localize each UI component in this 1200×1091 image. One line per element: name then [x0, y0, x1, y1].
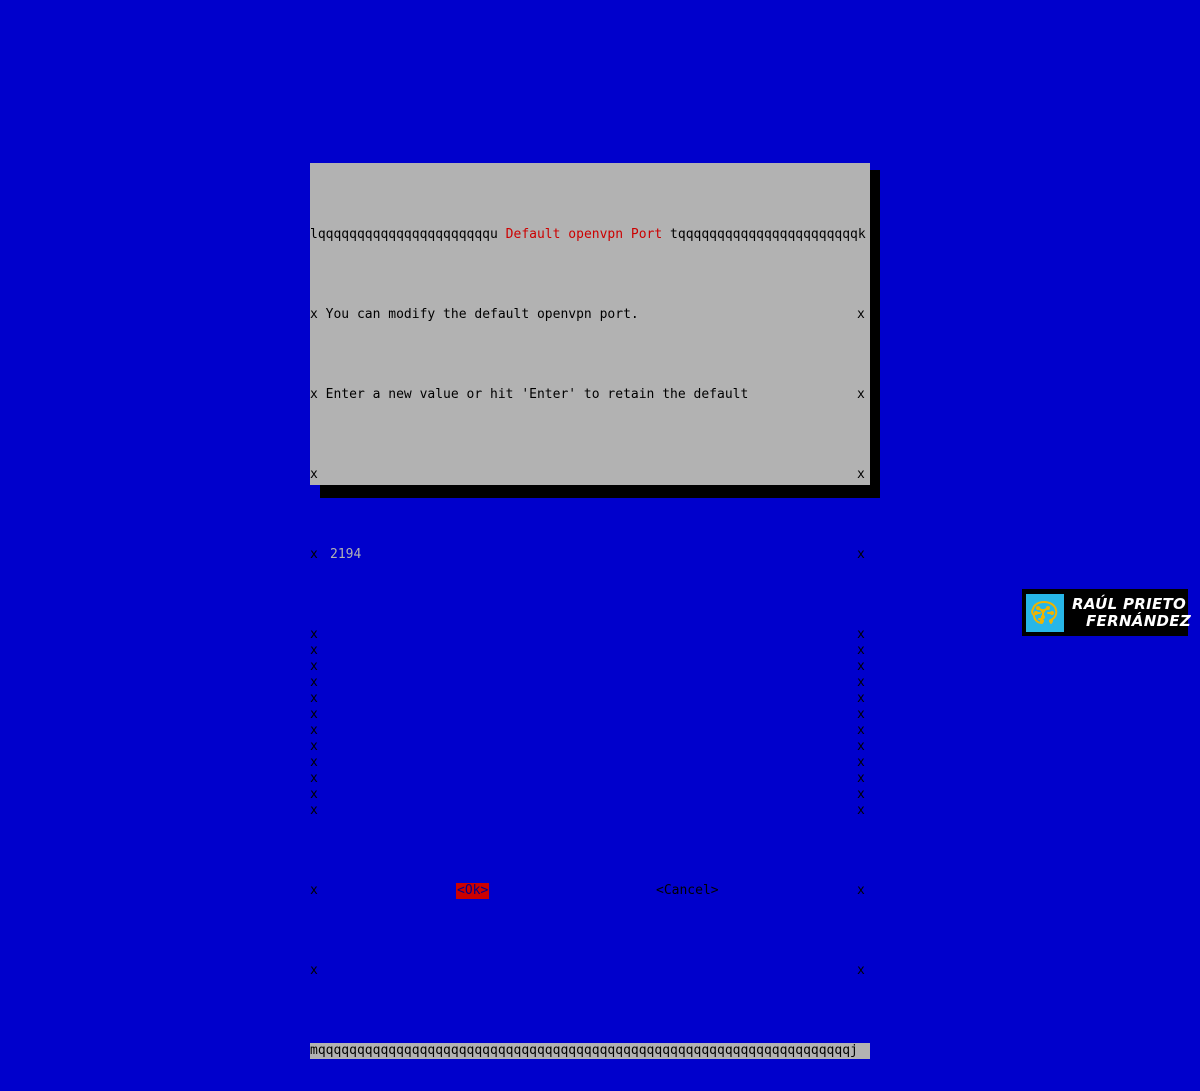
border-right-glyph: x	[857, 675, 865, 690]
border-left-glyph: x	[310, 547, 318, 562]
border-right-glyph: x	[857, 787, 865, 802]
dialog-message-row-1: x You can modify the default openvpn por…	[310, 307, 870, 323]
border-right-glyph: x	[857, 739, 865, 754]
border-left-glyph: x	[310, 723, 318, 738]
dialog-blank-row: xx	[310, 467, 870, 483]
border-right-glyph: x	[857, 883, 865, 898]
border-right-glyph: x	[857, 723, 865, 738]
dialog-title: Default openvpn Port	[505, 227, 663, 242]
message-line-1: You can modify the default openvpn port.	[325, 307, 639, 322]
dialog-message-text-2: Enter a new value or hit 'Enter' to reta…	[318, 387, 749, 402]
border-right-glyph: x	[857, 963, 865, 978]
border-left-glyph: x	[310, 755, 318, 770]
border-left-glyph: x	[310, 787, 318, 802]
border-right-glyph: x	[857, 707, 865, 722]
brain-circuit-icon-svg	[1031, 600, 1058, 624]
brain-circuit-icon	[1026, 593, 1064, 632]
border-right-glyph: x	[857, 387, 865, 402]
border-left-glyph: x	[310, 387, 318, 402]
dialog-button-row: x <Ok> <Cancel> x	[310, 883, 870, 899]
border-right-glyph: x	[857, 467, 865, 482]
ok-button[interactable]: <Ok>	[456, 883, 490, 899]
dialog-blank-row: xx	[310, 963, 870, 979]
border-left-glyph: x	[310, 307, 318, 322]
border-right-glyph: x	[857, 771, 865, 786]
port-input-field[interactable]: 2194	[328, 547, 857, 563]
dialog-blank-row: xx	[310, 739, 870, 755]
dialog-title-spacer-right	[662, 227, 670, 242]
border-left-glyph: x	[310, 771, 318, 786]
border-top-left-run: lqqqqqqqqqqqqqqqqqqqqqqu	[310, 227, 498, 242]
border-left-glyph: x	[310, 691, 318, 706]
border-bottom-run: mqqqqqqqqqqqqqqqqqqqqqqqqqqqqqqqqqqqqqqq…	[310, 1043, 858, 1058]
dialog-input-row: x 2194 x	[310, 547, 870, 563]
dialog-bottom-border: mqqqqqqqqqqqqqqqqqqqqqqqqqqqqqqqqqqqqqqq…	[310, 1043, 870, 1059]
border-left-glyph: x	[310, 627, 318, 642]
dialog-blank-row: xx	[310, 771, 870, 787]
whiptail-dialog: lqqqqqqqqqqqqqqqqqqqqqqu Default openvpn…	[310, 163, 870, 1059]
border-left-glyph: x	[310, 883, 318, 898]
border-left-glyph: x	[310, 467, 318, 482]
border-left-glyph: x	[310, 739, 318, 754]
border-right-glyph: x	[857, 755, 865, 770]
dialog-blank-row: xx	[310, 707, 870, 723]
watermark: RAÚL PRIETO FERNÁNDEZ	[1022, 589, 1192, 636]
dialog-title-spacer-left	[498, 227, 506, 242]
dialog-blank-row: xx	[310, 723, 870, 739]
dialog-blank-row: xx	[310, 675, 870, 691]
border-left-glyph: x	[310, 803, 318, 818]
dialog-blank-row: xx	[310, 627, 870, 643]
dialog-blank-row: xx	[310, 659, 870, 675]
watermark-line-1: RAÚL PRIETO	[1072, 594, 1187, 613]
border-left-glyph: x	[310, 643, 318, 658]
border-right-glyph: x	[857, 691, 865, 706]
cancel-button[interactable]: <Cancel>	[655, 883, 720, 899]
border-right-glyph: x	[857, 627, 865, 642]
dialog-blank-row: xx	[310, 755, 870, 771]
border-right-glyph: x	[857, 803, 865, 818]
dialog-message-row-2: x Enter a new value or hit 'Enter' to re…	[310, 387, 870, 403]
dialog-blank-row: xx	[310, 787, 870, 803]
border-right-glyph: x	[857, 307, 865, 322]
dialog-blank-row: xx	[310, 803, 870, 819]
dialog-filler-rows: xxxxxxxxxxxxxxxxxxxxxxxx	[310, 627, 870, 819]
dialog-title-bar: lqqqqqqqqqqqqqqqqqqqqqqu Default openvpn…	[310, 227, 870, 243]
border-left-glyph: x	[310, 963, 318, 978]
dialog-blank-row: xx	[310, 643, 870, 659]
border-left-glyph: x	[310, 675, 318, 690]
watermark-text: RAÚL PRIETO FERNÁNDEZ	[1072, 594, 1192, 630]
border-right-glyph: x	[857, 659, 865, 674]
dialog-blank-row: xx	[310, 691, 870, 707]
border-left-glyph: x	[310, 659, 318, 674]
border-right-glyph: x	[857, 643, 865, 658]
border-right-glyph: x	[857, 547, 865, 562]
watermark-line-2: FERNÁNDEZ	[1086, 611, 1192, 630]
port-input-value: 2194	[330, 547, 362, 562]
border-top-right-run: tqqqqqqqqqqqqqqqqqqqqqqqk	[670, 227, 866, 242]
border-left-glyph: x	[310, 707, 318, 722]
dialog-message-text-1: You can modify the default openvpn port.	[318, 307, 639, 322]
message-line-2: Enter a new value or hit 'Enter' to reta…	[325, 387, 749, 402]
